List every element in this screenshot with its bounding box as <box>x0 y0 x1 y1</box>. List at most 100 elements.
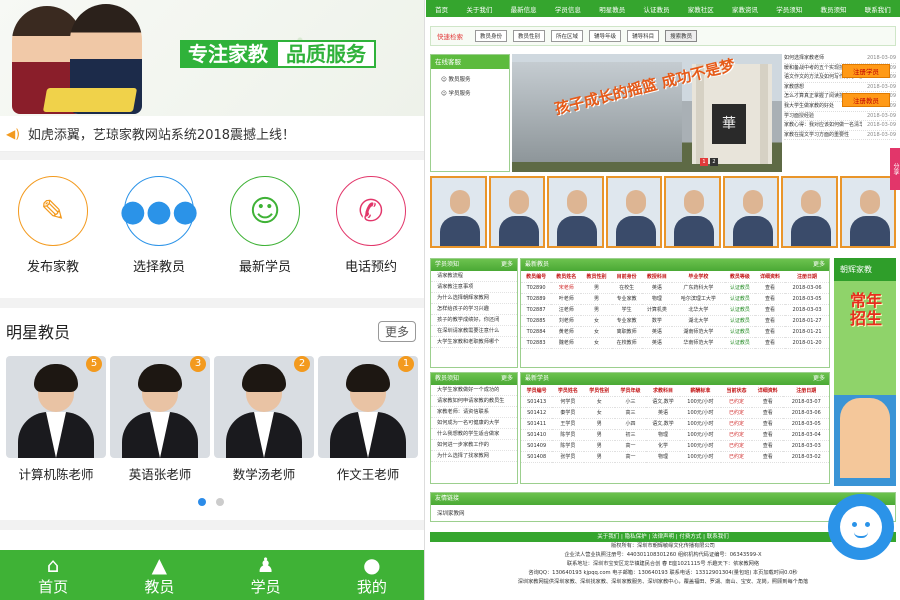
teacher-photo-thumb[interactable] <box>722 176 779 248</box>
online-service-item[interactable]: ☺ 教员服务 <box>431 69 509 83</box>
customer-service-button[interactable] <box>828 494 894 560</box>
notes-item[interactable]: 在深圳请家教需要注意什么 <box>431 326 517 337</box>
table-row[interactable]: S01408 张学员男高一 物理 100元/小时 已约定 查看 2018-03-02 <box>521 451 829 463</box>
cell[interactable]: 查看 <box>754 282 786 294</box>
nav-item[interactable]: 明星教员 <box>599 4 625 14</box>
cell[interactable]: 刘老师 <box>551 315 582 327</box>
nav-item[interactable]: 关于我们 <box>466 4 492 14</box>
register-teacher-button[interactable]: 注册教员 <box>842 93 890 107</box>
notes-item[interactable]: 家教老师：请资信联系 <box>431 407 517 418</box>
cell[interactable]: 张学员 <box>552 451 584 463</box>
quick-action-phone-booking[interactable]: ✆ 电话预约 <box>318 170 424 290</box>
teacher-photo-thumb[interactable] <box>605 176 662 248</box>
news-title[interactable]: 家教在提文学习方面的重要性 <box>784 131 862 140</box>
notes-item[interactable]: 怎样给孩子的学习兴趣 <box>431 304 517 315</box>
cell[interactable]: 魏老师 <box>551 337 582 349</box>
carousel-dot[interactable] <box>216 498 224 506</box>
cell[interactable]: 陈学员 <box>552 440 584 452</box>
search-select[interactable]: 辅导年级 <box>589 30 622 42</box>
cell[interactable]: 查看 <box>754 337 786 349</box>
notes-item[interactable]: 如何进一步家教工作的 <box>431 440 517 451</box>
notes-item[interactable]: 请家教流程 <box>431 271 517 282</box>
cell[interactable]: 查看 <box>752 429 784 441</box>
tab-teachers[interactable]: ▲ 教员 <box>106 550 212 600</box>
table-row[interactable]: T02890 宋老师男在校生 英语 广东药科大学 认证教员 查看 2018-03-06 <box>521 282 829 294</box>
table-row[interactable]: S01411 王学员男小四 语文,数学 100元/小时 已约定 查看 2018-03-05 <box>521 418 829 430</box>
notes-item[interactable]: 孩子的教学成绩好，你还闭 <box>431 315 517 326</box>
table-row[interactable]: S01413 何学员女小三 语文,数学 100元/小时 已约定 查看 2018-03-07 <box>521 396 829 408</box>
table-row[interactable]: T02884 黄老师女离职教师 英语 湖南师范大学 认证教员 查看 2018-01-21 <box>521 326 829 338</box>
notes-item[interactable]: 请家教如何申请家教的教员生 <box>431 396 517 407</box>
nav-item[interactable]: 认证教员 <box>643 4 669 14</box>
nav-item[interactable]: 首页 <box>435 4 448 14</box>
notes-item[interactable]: 为什么选择了找家教网 <box>431 451 517 462</box>
friend-link[interactable]: 深圳家教网 <box>431 505 895 521</box>
news-title[interactable]: 家教心得：我对应该如何做一名清华大学生 <box>784 121 862 130</box>
tab-home[interactable]: ⌂ 首页 <box>0 550 106 600</box>
more-button[interactable]: 更多 <box>377 320 416 342</box>
tab-students[interactable]: ♟ 学员 <box>213 550 319 600</box>
teacher-photo-thumb[interactable] <box>488 176 545 248</box>
news-title[interactable]: 学习面授经验 <box>784 112 862 121</box>
cell[interactable]: 汪老师 <box>551 304 582 316</box>
nav-item[interactable]: 最新信息 <box>511 4 537 14</box>
cell[interactable]: 查看 <box>754 315 786 327</box>
table-row[interactable]: T02889 叶老师男专业家教 物理 哈尔滨理工大学 认证教员 查看 2018-03-05 <box>521 293 829 305</box>
table-row[interactable]: T02883 魏老师女在校教师 英语 华南师范大学 认证教员 查看 2018-01-20 <box>521 337 829 349</box>
quick-action-latest-students[interactable]: ☺ 最新学员 <box>212 170 318 290</box>
campus-banner[interactable]: 華 孩子成长的摇篮 成功不是梦 1 2 <box>512 54 782 172</box>
table-row[interactable]: S01410 陈学员男初三 物理 100元/小时 已约定 查看 2018-03-04 <box>521 429 829 441</box>
table-row[interactable]: S01409 陈学员男高一 化学 100元/小时 已约定 查看 2018-03-03 <box>521 440 829 452</box>
notes-item[interactable]: 大学生家教做好一个成功的 <box>431 385 517 396</box>
news-item[interactable]: 家教心得：我对应该如何做一名清华大学生 2018-03-09 <box>784 121 896 131</box>
cell[interactable]: 查看 <box>752 407 784 419</box>
banner-page[interactable]: 1 <box>700 158 708 166</box>
teacher-photo-thumb[interactable] <box>664 176 721 248</box>
search-select[interactable]: 教员身份 <box>475 30 508 42</box>
more-link[interactable]: 更多 <box>501 373 513 385</box>
search-select[interactable]: 所在区域 <box>551 30 584 42</box>
cell[interactable]: 查看 <box>754 293 786 305</box>
news-title[interactable]: 如何选择家教老师 <box>784 54 862 63</box>
cell[interactable]: 查看 <box>752 418 784 430</box>
teacher-photo-thumb[interactable] <box>547 176 604 248</box>
cell[interactable]: 查看 <box>752 440 784 452</box>
cell[interactable]: 王学员 <box>552 418 584 430</box>
notes-item[interactable]: 为什么选择朝辉家教网 <box>431 293 517 304</box>
cell[interactable]: 查看 <box>754 326 786 338</box>
star-teachers-carousel[interactable]: 5 计算机陈老师 3 英语张老师 2 数学汤老师 1 作文王老师 <box>6 356 421 482</box>
cell[interactable]: 陈学员 <box>552 429 584 441</box>
news-item[interactable]: 学习面授经验 2018-03-09 <box>784 112 896 122</box>
nav-item[interactable]: 家教资讯 <box>732 4 758 14</box>
more-link[interactable]: 更多 <box>501 259 513 271</box>
footer-links[interactable]: 关于我们 | 隐私保护 | 法律声明 | 付费方式 | 联系我们 <box>430 532 896 542</box>
notes-item[interactable]: 如何成为一名可健康的大学 <box>431 418 517 429</box>
register-student-button[interactable]: 注册学员 <box>842 64 890 78</box>
nav-item[interactable]: 家教社区 <box>688 4 714 14</box>
hero-banner[interactable]: 专注家教 品质服务 <box>0 0 424 116</box>
table-row[interactable]: S01412 秦学员女高三 英语 100元/小时 已约定 查看 2018-03-06 <box>521 407 829 419</box>
news-title[interactable]: 家教感想 <box>784 83 862 92</box>
share-side-tab[interactable]: 分享 <box>890 148 900 190</box>
cell[interactable]: 查看 <box>754 304 786 316</box>
nav-item[interactable]: 学员信息 <box>555 4 581 14</box>
cell[interactable]: 何学员 <box>552 396 584 408</box>
quick-action-choose-teacher[interactable]: ●●● 选择教员 <box>106 170 212 290</box>
news-item[interactable]: 家教在提文学习方面的重要性 2018-03-09 <box>784 131 896 141</box>
teacher-card[interactable]: 2 数学汤老师 <box>214 356 314 482</box>
enrollment-ad[interactable]: 朝辉家教 常年招生 <box>834 258 896 486</box>
cell[interactable]: 查看 <box>752 396 784 408</box>
teacher-card[interactable]: 5 计算机陈老师 <box>6 356 106 482</box>
teacher-card[interactable]: 1 作文王老师 <box>318 356 418 482</box>
carousel-dot-active[interactable] <box>198 498 206 506</box>
notes-item[interactable]: 什么我想教的学生适合做家 <box>431 429 517 440</box>
teacher-photo-thumb[interactable] <box>781 176 838 248</box>
cell[interactable]: 黄老师 <box>551 326 582 338</box>
notes-item[interactable]: 大学生家教和老职教师哪个 <box>431 337 517 348</box>
table-row[interactable]: T02887 汪老师男学生 计算机类 北华大学 认证教员 查看 2018-03-03 <box>521 304 829 316</box>
cell[interactable]: 秦学员 <box>552 407 584 419</box>
cell[interactable]: 宋老师 <box>551 282 582 294</box>
search-teacher-button[interactable]: 搜索教员 <box>665 30 698 42</box>
notes-item[interactable]: 请家教注意事项 <box>431 282 517 293</box>
cell[interactable]: 查看 <box>752 451 784 463</box>
